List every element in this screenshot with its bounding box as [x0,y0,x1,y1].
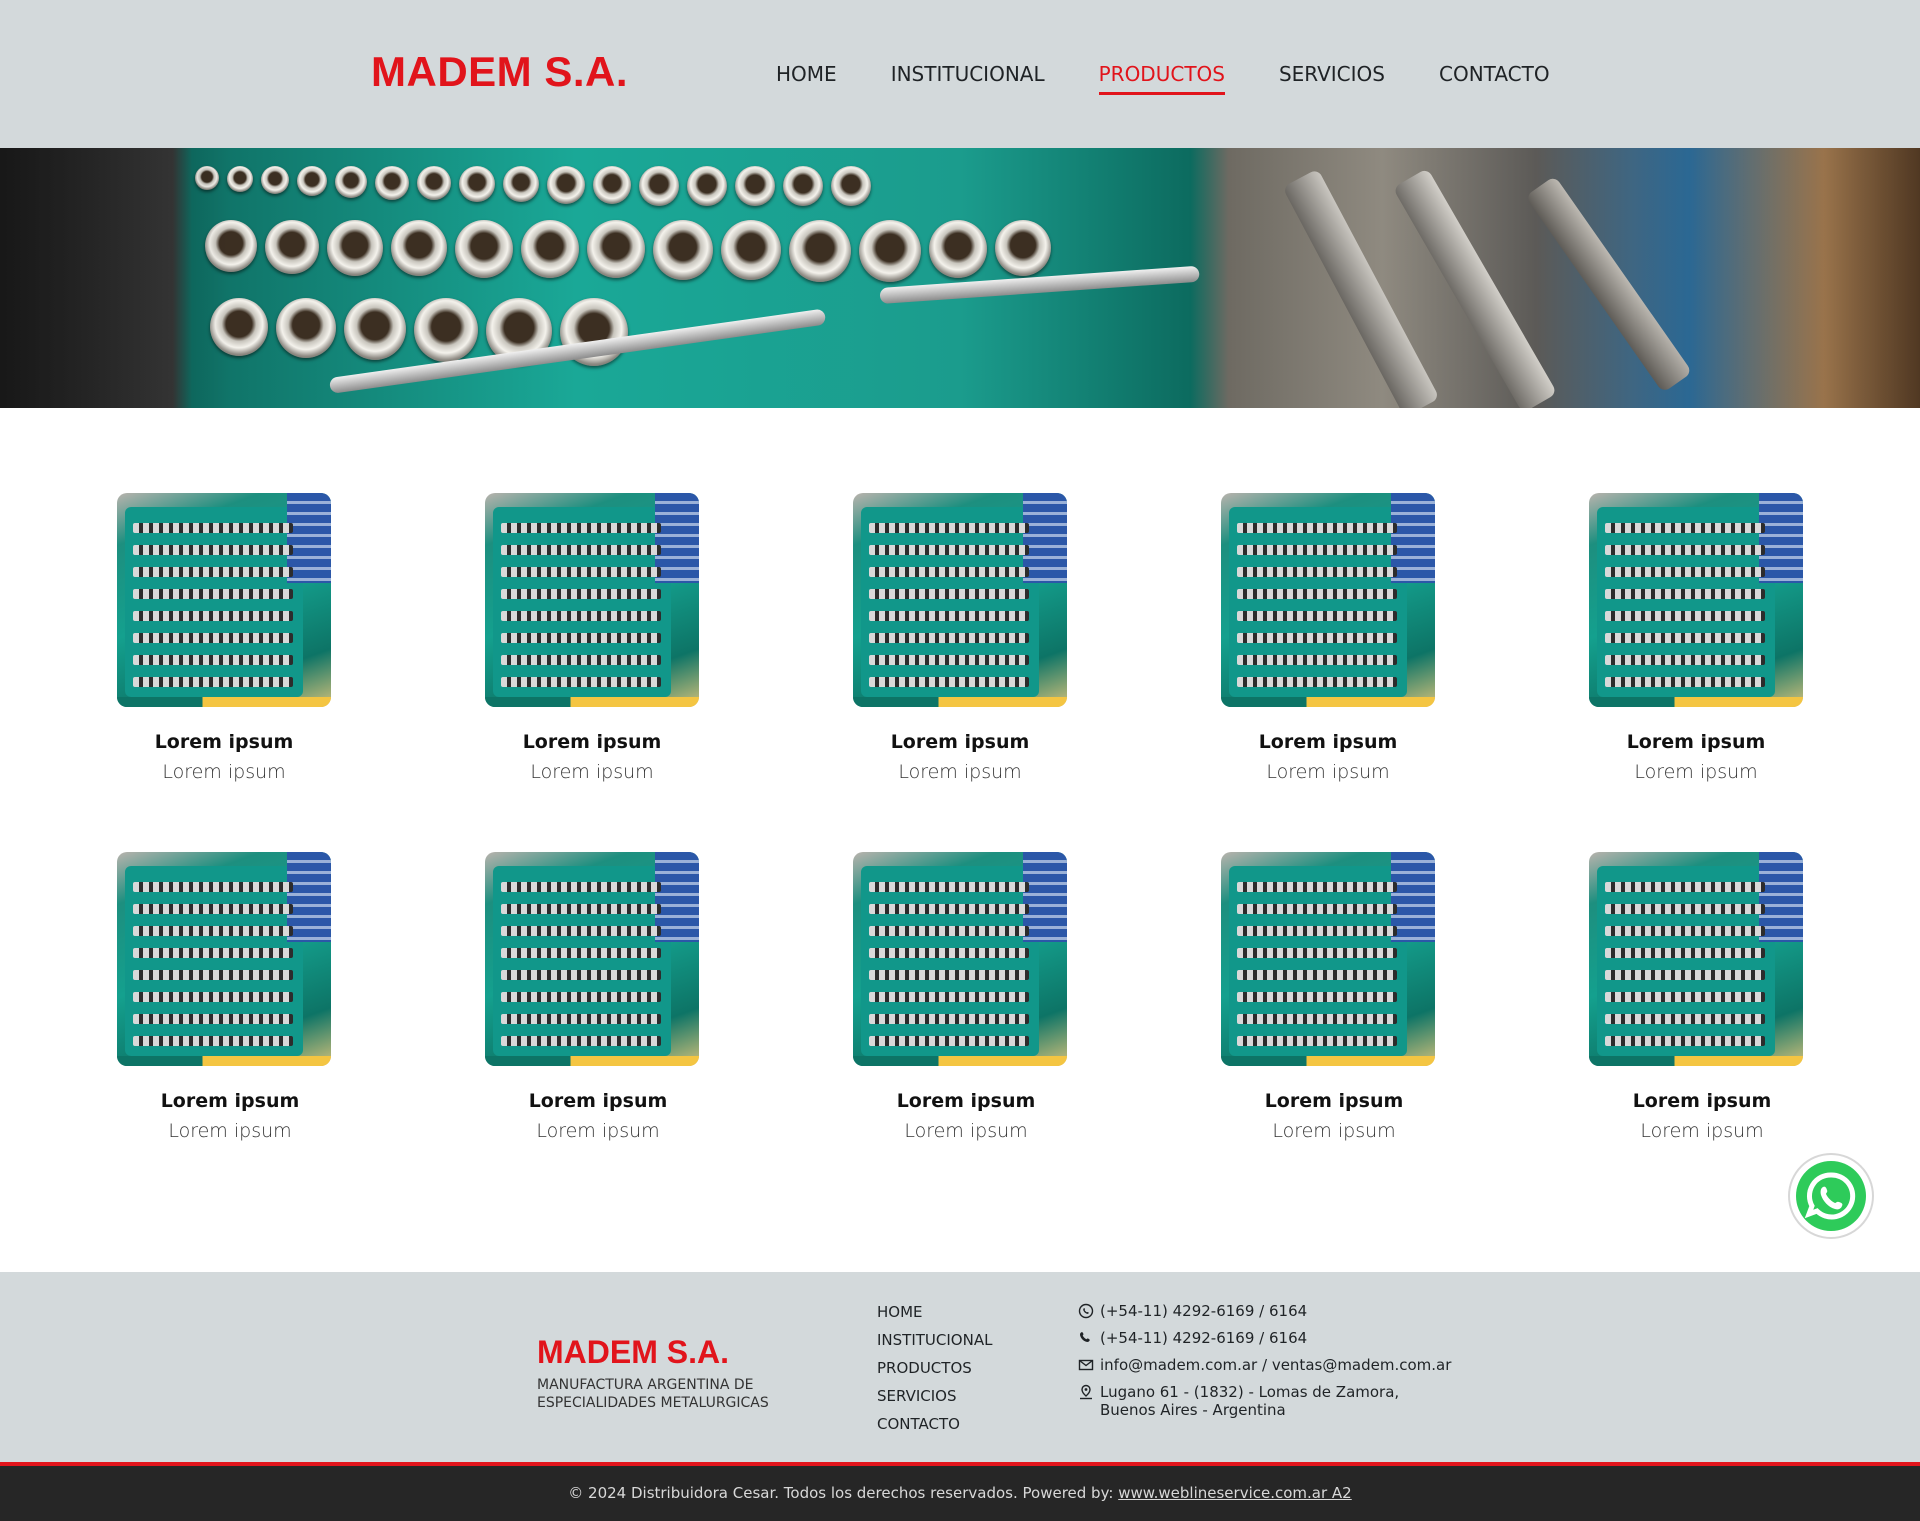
product-card[interactable]: Lorem ipsum Lorem ipsum [1589,493,1803,783]
product-image[interactable] [485,493,699,707]
product-image[interactable] [853,852,1067,1066]
product-image[interactable] [117,493,331,707]
product-title[interactable]: Lorem ipsum [117,731,331,753]
product-subtitle: Lorem ipsum [1266,761,1390,783]
product-card[interactable]: Lorem ipsum Lorem ipsum [853,852,1067,1142]
footer-link-home[interactable]: HOME [877,1302,992,1330]
product-title[interactable]: Lorem ipsum [129,1090,331,1112]
copyright-label: © 2024 Distribuidora Cesar. Todos los de… [568,1484,1114,1502]
product-card[interactable]: Lorem ipsum Lorem ipsum [853,493,1067,783]
product-title[interactable]: Lorem ipsum [853,731,1067,753]
whatsapp-icon [1078,1303,1094,1319]
product-subtitle: Lorem ipsum [898,761,1022,783]
product-subtitle: Lorem ipsum [904,1120,1028,1142]
contact-whatsapp-text: (+54-11) 4292-6169 / 6164 [1100,1302,1308,1320]
product-image[interactable] [1589,493,1803,707]
product-image[interactable] [853,493,1067,707]
whatsapp-icon [1796,1161,1866,1231]
site-logo[interactable]: MADEM S.A. [371,48,628,96]
product-image[interactable] [1589,852,1803,1066]
product-title[interactable]: Lorem ipsum [497,1090,699,1112]
location-icon [1080,1384,1092,1400]
contact-address-line2: Buenos Aires - Argentina [1100,1401,1286,1419]
product-title[interactable]: Lorem ipsum [1221,731,1435,753]
product-card[interactable]: Lorem ipsum Lorem ipsum [485,493,699,783]
product-card[interactable]: Lorem ipsum Lorem ipsum [1221,852,1435,1142]
nav-contacto[interactable]: CONTACTO [1439,62,1550,95]
product-card[interactable]: Lorem ipsum Lorem ipsum [1589,852,1803,1142]
powered-by-link[interactable]: www.weblineservice.com.ar A2 [1118,1484,1352,1502]
product-title[interactable]: Lorem ipsum [865,1090,1067,1112]
contact-email[interactable]: info@madem.com.ar / ventas@madem.com.ar [1078,1356,1451,1374]
contact-phone-text: (+54-11) 4292-6169 / 6164 [1100,1329,1308,1347]
footer-logo[interactable]: MADEM S.A. [537,1334,729,1371]
main-nav: HOME INSTITUCIONAL PRODUCTOS SERVICIOS C… [776,62,1604,95]
nav-productos[interactable]: PRODUCTOS [1098,62,1225,95]
mail-icon [1078,1359,1094,1371]
product-subtitle: Lorem ipsum [1272,1120,1396,1142]
footer-nav: HOME INSTITUCIONAL PRODUCTOS SERVICIOS C… [877,1302,992,1442]
nav-institucional[interactable]: INSTITUCIONAL [891,62,1045,95]
product-card[interactable]: Lorem ipsum Lorem ipsum [1221,493,1435,783]
copyright-text: © 2024 Distribuidora Cesar. Todos los de… [0,1484,1920,1502]
product-title[interactable]: Lorem ipsum [485,731,699,753]
product-image[interactable] [485,852,699,1066]
hero-banner-image [0,148,1920,408]
product-subtitle: Lorem ipsum [536,1120,660,1142]
product-title[interactable]: Lorem ipsum [1601,1090,1803,1112]
site-header: MADEM S.A. HOME INSTITUCIONAL PRODUCTOS … [0,0,1920,148]
contact-address: Lugano 61 - (1832) - Lomas de Zamora, Bu… [1078,1383,1451,1419]
footer-tagline: MANUFACTURA ARGENTINA DE ESPECIALIDADES … [537,1377,769,1411]
nav-servicios[interactable]: SERVICIOS [1279,62,1385,95]
site-footer: MADEM S.A. MANUFACTURA ARGENTINA DE ESPE… [0,1272,1920,1462]
footer-link-servicios[interactable]: SERVICIOS [877,1386,992,1414]
product-subtitle: Lorem ipsum [168,1120,292,1142]
contact-email-text: info@madem.com.ar / ventas@madem.com.ar [1100,1356,1452,1374]
nav-home[interactable]: HOME [776,62,837,95]
contact-whatsapp[interactable]: (+54-11) 4292-6169 / 6164 [1078,1302,1451,1320]
footer-link-productos[interactable]: PRODUCTOS [877,1358,992,1386]
product-subtitle: Lorem ipsum [1640,1120,1764,1142]
product-subtitle: Lorem ipsum [162,761,286,783]
phone-icon [1080,1332,1090,1342]
product-subtitle: Lorem ipsum [1634,761,1758,783]
footer-link-institucional[interactable]: INSTITUCIONAL [877,1330,992,1358]
product-image[interactable] [117,852,331,1066]
product-image[interactable] [1221,493,1435,707]
product-subtitle: Lorem ipsum [530,761,654,783]
footer-contacts: (+54-11) 4292-6169 / 6164 (+54-11) 4292-… [1078,1302,1451,1428]
contact-phone[interactable]: (+54-11) 4292-6169 / 6164 [1078,1329,1451,1347]
product-image[interactable] [1221,852,1435,1066]
product-title[interactable]: Lorem ipsum [1589,731,1803,753]
footer-link-contacto[interactable]: CONTACTO [877,1414,992,1442]
product-card[interactable]: Lorem ipsum Lorem ipsum [485,852,699,1142]
whatsapp-float-button[interactable] [1790,1155,1872,1237]
product-card[interactable]: Lorem ipsum Lorem ipsum [117,493,331,783]
product-title[interactable]: Lorem ipsum [1233,1090,1435,1112]
product-card[interactable]: Lorem ipsum Lorem ipsum [117,852,331,1142]
copyright-bar: © 2024 Distribuidora Cesar. Todos los de… [0,1462,1920,1521]
contact-address-line1: Lugano 61 - (1832) - Lomas de Zamora, [1100,1383,1400,1401]
